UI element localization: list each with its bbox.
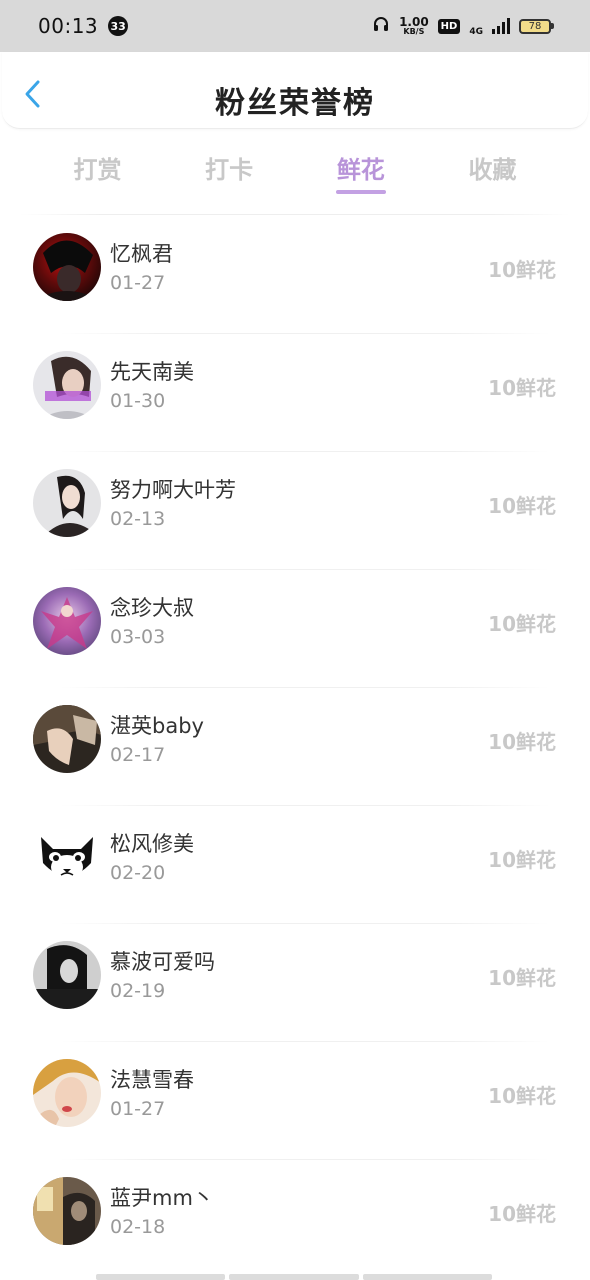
flower-amount: 10鲜花 (488, 1202, 556, 1226)
flower-amount: 10鲜花 (488, 612, 556, 636)
avatar[interactable] (33, 823, 101, 891)
status-time: 00:13 (38, 14, 99, 38)
fan-date: 01-27 (110, 1098, 166, 1120)
network-speed-unit: KB/S (403, 27, 425, 36)
fan-name: 慕波可爱吗 (110, 950, 215, 974)
status-bar: 00:13 33 1.00 KB/S HD 4G 78 (0, 0, 590, 52)
fan-date: 01-30 (110, 390, 166, 412)
avatar[interactable] (33, 233, 101, 301)
flower-amount: 10鲜花 (488, 730, 556, 754)
list-item[interactable]: 松风修美 02-20 10鲜花 (0, 806, 590, 924)
tab-favorites[interactable]: 收藏 (427, 140, 558, 200)
bottom-scroll-indicator (96, 1274, 492, 1280)
list-item[interactable]: 蓝尹mm丶 02-18 10鲜花 (0, 1160, 590, 1278)
tab-label: 打赏 (73, 156, 122, 184)
tab-label: 收藏 (468, 156, 517, 184)
status-left: 00:13 33 (38, 14, 129, 38)
list-item[interactable]: 湛英baby 02-17 10鲜花 (0, 688, 590, 806)
avatar[interactable] (33, 469, 101, 537)
fan-name: 湛英baby (110, 714, 204, 738)
list-item[interactable]: 先天南美 01-30 10鲜花 (0, 334, 590, 452)
fan-name: 念珍大叔 (110, 596, 194, 620)
flower-amount: 10鲜花 (488, 258, 556, 282)
fan-date: 02-17 (110, 744, 166, 766)
avatar[interactable] (33, 1177, 101, 1245)
tab-bar: 打赏 打卡 鲜花 收藏 (32, 140, 558, 200)
signal-strength-icon (492, 18, 510, 34)
list-item[interactable]: 慕波可爱吗 02-19 10鲜花 (0, 924, 590, 1042)
active-tab-indicator (335, 190, 386, 194)
list-item[interactable]: 法慧雪春 01-27 10鲜花 (0, 1042, 590, 1160)
avatar[interactable] (33, 705, 101, 773)
fan-date: 01-27 (110, 272, 166, 294)
status-right: 1.00 KB/S HD 4G 78 (372, 15, 554, 37)
headphones-icon (372, 15, 390, 37)
tab-label: 鲜花 (336, 156, 385, 184)
fan-name: 努力啊大叶芳 (110, 478, 236, 502)
fan-name: 蓝尹mm丶 (110, 1186, 214, 1210)
tab-checkin[interactable]: 打卡 (164, 140, 295, 200)
flower-amount: 10鲜花 (488, 376, 556, 400)
avatar[interactable] (33, 587, 101, 655)
fan-date: 02-18 (110, 1216, 166, 1238)
page-title: 粉丝荣誉榜 (215, 86, 375, 121)
fan-date: 03-03 (110, 626, 166, 648)
battery-icon: 78 (519, 18, 554, 34)
list-item[interactable]: 念珍大叔 03-03 10鲜花 (0, 570, 590, 688)
fan-date: 02-20 (110, 862, 166, 884)
flower-amount: 10鲜花 (488, 1084, 556, 1108)
hd-badge: HD (437, 18, 461, 34)
app-header: 粉丝荣誉榜 (2, 52, 588, 129)
fan-date: 02-19 (110, 980, 166, 1002)
network-type-label: 4G (469, 27, 483, 37)
flower-amount: 10鲜花 (488, 966, 556, 990)
fan-name: 松风修美 (110, 832, 194, 856)
avatar[interactable] (33, 351, 101, 419)
tab-label: 打卡 (205, 156, 254, 184)
flower-amount: 10鲜花 (488, 494, 556, 518)
flower-amount: 10鲜花 (488, 848, 556, 872)
network-speed: 1.00 KB/S (399, 16, 429, 36)
fan-date: 02-13 (110, 508, 166, 530)
fan-name: 先天南美 (110, 360, 194, 384)
tab-flowers[interactable]: 鲜花 (295, 140, 426, 200)
tab-reward[interactable]: 打赏 (32, 140, 163, 200)
fan-list: 忆枫君 01-27 10鲜花 先天南美 01-30 10鲜花 努力啊大叶芳 02… (0, 216, 590, 1278)
notification-count-badge: 33 (108, 16, 129, 36)
list-item[interactable]: 忆枫君 01-27 10鲜花 (0, 216, 590, 334)
fan-name: 忆枫君 (110, 242, 173, 266)
battery-level: 78 (519, 18, 551, 34)
avatar[interactable] (33, 1059, 101, 1127)
tabs-divider (20, 214, 570, 215)
fan-name: 法慧雪春 (110, 1068, 194, 1092)
list-item[interactable]: 努力啊大叶芳 02-13 10鲜花 (0, 452, 590, 570)
avatar[interactable] (33, 941, 101, 1009)
